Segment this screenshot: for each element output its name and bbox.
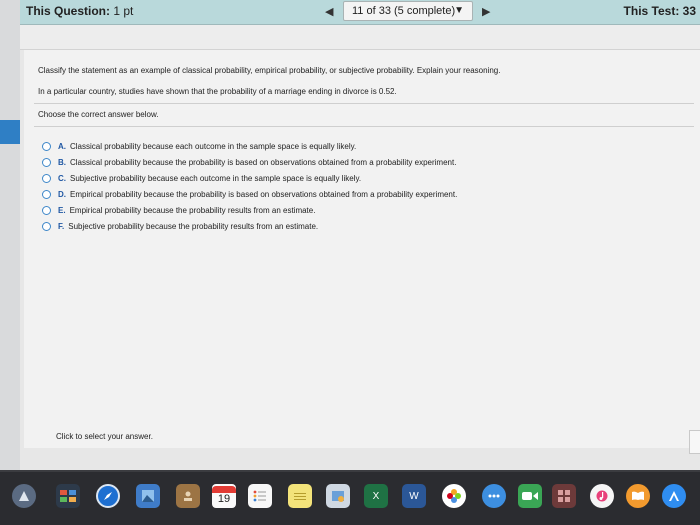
divider xyxy=(34,103,694,104)
question-scenario: In a particular country, studies have sh… xyxy=(38,87,397,96)
excel-letter: X xyxy=(372,490,380,502)
calendar-header xyxy=(212,486,236,493)
option-text: Subjective probability because each outc… xyxy=(70,173,362,183)
option-text: Classical probability because each outco… xyxy=(70,141,357,151)
browser-screen: This Question: 1 pt ◀ 11 of 33 (5 comple… xyxy=(0,0,700,470)
itunes-icon[interactable] xyxy=(590,484,614,508)
messages-icon[interactable] xyxy=(482,484,506,508)
question-position: 11 of 33 (5 complete) xyxy=(352,5,456,17)
word-letter: W xyxy=(409,490,419,502)
option-text: Classical probability because the probab… xyxy=(70,157,457,167)
radio-button[interactable] xyxy=(42,141,51,151)
option-letter: D. xyxy=(58,189,66,199)
question-prompt: Classify the statement as an example of … xyxy=(38,66,501,75)
option-letter: A. xyxy=(58,141,66,151)
option-text: Subjective probability because the proba… xyxy=(68,221,319,231)
photos-icon[interactable] xyxy=(442,484,466,508)
chevron-down-icon: ▼ xyxy=(454,5,464,16)
divider xyxy=(34,126,694,127)
notes-icon[interactable] xyxy=(288,484,312,508)
toolbar-strip xyxy=(20,25,700,50)
test-score: This Test: 33 xyxy=(623,4,696,18)
radio-button[interactable] xyxy=(42,221,51,231)
preview-icon[interactable] xyxy=(136,484,160,508)
answer-option-f[interactable]: F. Subjective probability because the pr… xyxy=(42,218,457,234)
question-header-bar: This Question: 1 pt ◀ 11 of 33 (5 comple… xyxy=(20,0,700,25)
side-panel-tab[interactable] xyxy=(689,430,700,454)
answer-options: A. Classical probability because each ou… xyxy=(42,138,457,234)
launchpad-icon[interactable] xyxy=(12,484,36,508)
option-letter: B. xyxy=(58,157,66,167)
next-question-button[interactable]: ▶ xyxy=(482,5,490,18)
answer-hint: Click to select your answer. xyxy=(56,432,153,441)
ibooks-icon[interactable] xyxy=(626,484,650,508)
question-points-value: 1 pt xyxy=(113,4,134,18)
photo-booth-icon[interactable] xyxy=(552,484,576,508)
safari-icon[interactable] xyxy=(96,484,120,508)
question-panel: Classify the statement as an example of … xyxy=(24,50,700,448)
photos-viewer-icon[interactable] xyxy=(326,484,350,508)
answer-option-b[interactable]: B. Classical probability because the pro… xyxy=(42,154,457,170)
option-text: Empirical probability because the probab… xyxy=(69,205,316,215)
word-icon[interactable]: W xyxy=(402,484,426,508)
question-points: This Question: 1 pt xyxy=(26,4,133,18)
option-letter: F. xyxy=(58,221,65,231)
radio-button[interactable] xyxy=(42,189,51,199)
question-label: This Question: xyxy=(26,4,110,18)
radio-button[interactable] xyxy=(42,157,51,167)
answer-instruction: Choose the correct answer below. xyxy=(38,110,159,119)
left-blue-marker xyxy=(0,120,20,144)
mission-control-icon[interactable] xyxy=(56,484,80,508)
radio-button[interactable] xyxy=(42,205,51,215)
option-text: Empirical probability because the probab… xyxy=(70,189,458,199)
previous-question-button[interactable]: ◀ xyxy=(325,5,333,18)
option-letter: E. xyxy=(58,205,66,215)
facetime-icon[interactable] xyxy=(518,484,542,508)
reminders-icon[interactable] xyxy=(248,484,272,508)
question-navigator-dropdown[interactable]: 11 of 33 (5 complete) ▼ xyxy=(343,1,473,21)
answer-option-a[interactable]: A. Classical probability because each ou… xyxy=(42,138,457,154)
answer-option-c[interactable]: C. Subjective probability because each o… xyxy=(42,170,457,186)
calendar-day: 19 xyxy=(217,493,231,505)
calendar-icon[interactable]: 19 xyxy=(212,484,236,508)
answer-option-e[interactable]: E. Empirical probability because the pro… xyxy=(42,202,457,218)
app-store-icon[interactable] xyxy=(662,484,686,508)
left-sidebar-strip xyxy=(0,0,20,470)
answer-option-d[interactable]: D. Empirical probability because the pro… xyxy=(42,186,457,202)
excel-icon[interactable]: X xyxy=(364,484,388,508)
contacts-icon[interactable] xyxy=(176,484,200,508)
option-letter: C. xyxy=(58,173,66,183)
radio-button[interactable] xyxy=(42,173,51,183)
